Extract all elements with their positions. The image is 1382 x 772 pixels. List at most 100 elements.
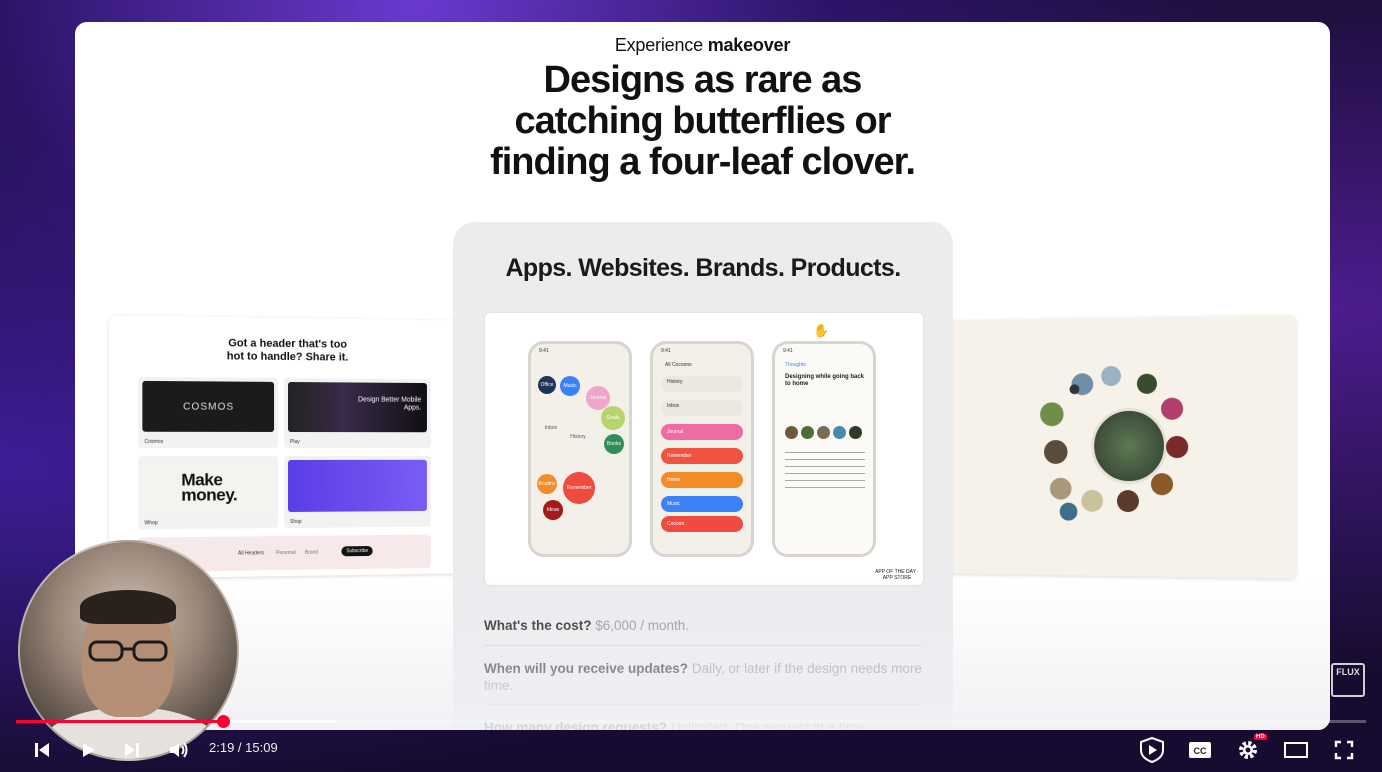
faq-divider (484, 704, 922, 705)
skip-next-icon[interactable] (118, 734, 146, 766)
bubble-routine: Routine (537, 474, 557, 494)
phone3-photo-strip (785, 426, 865, 440)
phone3-back-link: Thoughts (785, 362, 806, 368)
progress-played (16, 720, 224, 723)
photo-circles-card (945, 315, 1296, 579)
eyebrow-bold: makeover (707, 35, 791, 55)
photo-orb (1150, 473, 1174, 496)
photo-orb (1117, 490, 1139, 513)
glasses-icon (88, 640, 168, 662)
tile-shop-caption: Shop (289, 518, 302, 525)
presenter-hair (80, 590, 176, 624)
headline-line-1: Designs as rare as (543, 59, 863, 101)
bubble-goals: Goals (601, 406, 625, 430)
personal-tab: Personal (276, 549, 296, 557)
bubble-ideas: Ideas (543, 500, 563, 520)
headers-card-title: Got a header that's too hot to handle? S… (109, 336, 459, 366)
eyebrow-regular: Experience (614, 35, 708, 55)
faq-cost-answer: $6,000 / month. (595, 618, 690, 633)
headline-line-3: finding a four-leaf clover. (490, 141, 916, 183)
pill-remember: Remember (661, 448, 743, 464)
bubble-inbox: Inbox (539, 416, 563, 440)
phone3-note-body (785, 448, 865, 488)
photo-orb (1069, 384, 1080, 395)
hand-cursor-icon: ✋ (813, 323, 830, 338)
faq-updates-question: When will you receive updates? (484, 661, 689, 676)
bubble-history: History (565, 424, 591, 450)
center-photo-orb (1091, 407, 1168, 485)
photo-orb (1101, 365, 1121, 387)
tile-play-image: Design Better Mobile Apps. (288, 382, 427, 433)
bubble-books: Books (604, 434, 624, 454)
headline-line-2: catching butterflies or (514, 100, 891, 142)
faq-cost: What's the cost? $6,000 / month. (484, 617, 922, 634)
phone1-time: 9:41 (539, 348, 549, 354)
pill-music: Music (661, 496, 743, 512)
captions-icon[interactable]: CC (1186, 734, 1214, 766)
volume-icon[interactable] (164, 734, 194, 766)
pill-home: Home (661, 472, 743, 488)
progress-bar[interactable] (16, 715, 1366, 728)
shield-play-icon[interactable] (1136, 734, 1168, 766)
eyebrow: Experience makeover (75, 35, 1330, 56)
tile-whop-image: Make money. (142, 460, 275, 514)
photo-orb (1160, 397, 1184, 420)
brand-tab: Brand (304, 549, 319, 556)
fullscreen-icon[interactable] (1330, 734, 1358, 766)
photo-orb (1040, 402, 1064, 427)
app-of-the-day-badge: APP OF THE DAY · APP STORE (875, 569, 919, 581)
photo-orb (1136, 373, 1157, 394)
phone-bubbles: 9:41 Office Music Journal Inbox History … (528, 341, 632, 557)
play-icon[interactable] (74, 734, 102, 766)
phone2-time: 9:41 (661, 348, 671, 354)
faq-cost-question: What's the cost? (484, 618, 592, 633)
time-display: 2:19 / 15:09 (209, 740, 278, 755)
phone2-history: History (661, 376, 743, 392)
hd-badge: HD (1254, 734, 1267, 740)
phone2-inbox: Inbox (661, 400, 743, 416)
tile-shop-image (288, 459, 427, 512)
video-frame[interactable]: Experience makeover Designs as rare as c… (75, 22, 1330, 730)
phone-list: 9:41 All Cocoons History Inbox Journal R… (650, 341, 754, 557)
phone3-note-title: Designing while going back to home (785, 374, 865, 387)
headers-showcase-card: Got a header that's too hot to handle? S… (109, 315, 460, 579)
phone3-time: 9:41 (783, 348, 793, 354)
tile-cosmos: COSMOS Cosmos (138, 376, 279, 449)
phone2-title: All Cocoons (665, 362, 692, 368)
bubble-remember: Remember (563, 472, 595, 504)
channel-watermark: FLUX (1331, 663, 1365, 697)
pill-cocoon: Cocoon (661, 516, 743, 532)
headline: Designs as rare as catching butterflies … (75, 60, 1330, 183)
theater-mode-icon[interactable] (1282, 734, 1310, 766)
tile-play-headline: Design Better Mobile Apps. (358, 396, 422, 412)
tile-shop: Shop (284, 455, 431, 529)
subscribe-chip: Subscribe (341, 546, 373, 557)
tile-play-caption: Play (289, 439, 300, 446)
phones-showcase: 9:41 Office Music Journal Inbox History … (484, 312, 924, 586)
skip-previous-icon[interactable] (28, 734, 56, 766)
bubble-journal: Journal (586, 386, 610, 410)
photo-orb (1044, 440, 1068, 464)
tile-play: Design Better Mobile Apps. Play (284, 377, 431, 449)
faq-updates: When will you receive updates? Daily, or… (484, 660, 922, 694)
scrubber-handle[interactable] (217, 715, 231, 728)
player-controls: 2:19 / 15:09 CC HD (0, 730, 1382, 772)
tile-whop-caption: Whop (144, 520, 158, 527)
services-title: Apps. Websites. Brands. Products. (505, 254, 901, 282)
photo-orb (1049, 477, 1072, 500)
photo-orb (1081, 489, 1104, 512)
tile-cosmos-image: COSMOS (142, 380, 275, 432)
services-panel: Apps. Websites. Brands. Products. 9:41 O… (453, 222, 953, 730)
svg-text:CC: CC (1194, 746, 1207, 756)
bubble-music: Music (560, 376, 580, 396)
bubble-office: Office (538, 376, 556, 394)
tile-whop: Make money. Whop (138, 456, 279, 530)
presenter-webcam (18, 540, 239, 761)
headers-title-line-2: hot to handle? Share it. (226, 350, 349, 364)
faq-divider (484, 645, 922, 646)
pill-journal: Journal (661, 424, 743, 440)
phone-note: 9:41 Thoughts Designing while going back… (772, 341, 876, 557)
photo-orb (1059, 502, 1078, 521)
tile-cosmos-caption: Cosmos (144, 438, 164, 445)
all-headers-tab: All Headers (237, 550, 264, 557)
